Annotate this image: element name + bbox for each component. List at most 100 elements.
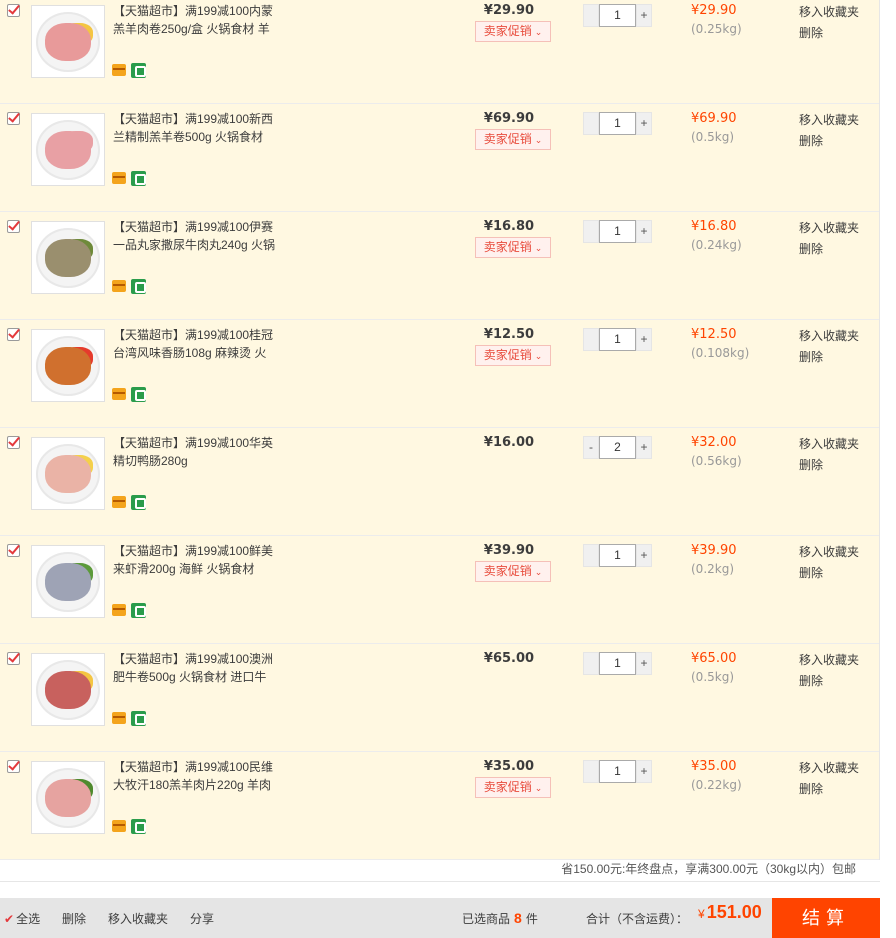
- product-image: [36, 227, 100, 288]
- item-checkbox[interactable]: [7, 328, 20, 341]
- product-title-link[interactable]: 【天猫超市】满199减100伊赛一品丸家撒尿牛肉丸240g 火锅: [113, 218, 285, 254]
- quantity-input[interactable]: 1: [599, 220, 636, 243]
- credit-card-icon: [112, 172, 126, 184]
- quantity-decrease-button[interactable]: [583, 328, 599, 351]
- move-to-favorites-link[interactable]: 移入收藏夹: [799, 435, 859, 452]
- service-badges: [112, 387, 146, 403]
- quantity-decrease-button[interactable]: [583, 760, 599, 783]
- quantity-increase-button[interactable]: +: [636, 328, 652, 351]
- item-weight: (0.25kg): [691, 22, 742, 36]
- quantity-input[interactable]: 1: [599, 4, 636, 27]
- item-subtotal: ¥12.50: [691, 327, 737, 342]
- product-title-link[interactable]: 【天猫超市】满199减100内蒙羔羊肉卷250g/盒 火锅食材 羊: [113, 2, 285, 38]
- tmall-guarantee-icon: [131, 63, 146, 78]
- product-thumbnail[interactable]: [31, 221, 105, 294]
- food-shape: [45, 238, 91, 277]
- move-to-favorites-link[interactable]: 移入收藏夹: [799, 219, 859, 236]
- delete-item-link[interactable]: 删除: [799, 240, 823, 257]
- delete-item-link[interactable]: 删除: [799, 24, 823, 41]
- chevron-down-icon: ⌄: [534, 351, 543, 361]
- quantity-increase-button[interactable]: +: [636, 220, 652, 243]
- product-title-link[interactable]: 【天猫超市】满199减100桂冠台湾风味香肠108g 麻辣烫 火: [113, 326, 285, 362]
- quantity-input[interactable]: 2: [599, 436, 636, 459]
- quantity-stepper: -2 +: [583, 436, 652, 459]
- product-title-link[interactable]: 【天猫超市】满199减100澳洲肥牛卷500g 火锅食材 进口牛: [113, 650, 285, 686]
- chevron-down-icon: ⌄: [534, 567, 543, 577]
- delete-item-link[interactable]: 删除: [799, 456, 823, 473]
- seller-promo-dropdown[interactable]: 卖家促销 ⌄: [475, 237, 551, 258]
- product-thumbnail[interactable]: [31, 653, 105, 726]
- quantity-increase-button[interactable]: +: [636, 760, 652, 783]
- delete-item-link[interactable]: 删除: [799, 348, 823, 365]
- checkout-button[interactable]: 结算: [772, 898, 880, 938]
- quantity-decrease-button[interactable]: -: [583, 436, 599, 459]
- seller-promo-dropdown[interactable]: 卖家促销 ⌄: [475, 777, 551, 798]
- quantity-decrease-button[interactable]: [583, 544, 599, 567]
- quantity-increase-button[interactable]: +: [636, 652, 652, 675]
- move-to-favorites-link[interactable]: 移入收藏夹: [799, 111, 859, 128]
- move-to-favorites-link[interactable]: 移入收藏夹: [799, 651, 859, 668]
- product-thumbnail[interactable]: [31, 761, 105, 834]
- cart-item: 【天猫超市】满199减100内蒙羔羊肉卷250g/盒 火锅食材 羊 ¥29.90 卖…: [0, 0, 879, 104]
- product-title-link[interactable]: 【天猫超市】满199减100民维大牧汗180羔羊肉片220g 羊肉: [113, 758, 285, 794]
- product-thumbnail[interactable]: [31, 113, 105, 186]
- item-checkbox[interactable]: [7, 652, 20, 665]
- credit-card-icon: [112, 388, 126, 400]
- quantity-increase-button[interactable]: +: [636, 112, 652, 135]
- product-title-link[interactable]: 【天猫超市】满199减100鲜美来虾滑200g 海鲜 火锅食材: [113, 542, 285, 578]
- product-title-link[interactable]: 【天猫超市】满199减100华英精切鸭肠280g: [113, 434, 285, 470]
- delete-item-link[interactable]: 删除: [799, 564, 823, 581]
- total-amount-value: 151.00: [706, 902, 762, 922]
- item-checkbox[interactable]: [7, 544, 20, 557]
- move-to-favorites-link[interactable]: 移入收藏夹: [799, 759, 859, 776]
- move-to-favorites-link[interactable]: 移入收藏夹: [799, 543, 859, 560]
- quantity-decrease-button[interactable]: [583, 112, 599, 135]
- chevron-down-icon: ⌄: [534, 135, 543, 145]
- item-checkbox[interactable]: [7, 220, 20, 233]
- delete-item-link[interactable]: 删除: [799, 672, 823, 689]
- quantity-increase-button[interactable]: +: [636, 544, 652, 567]
- seller-promo-dropdown[interactable]: 卖家促销 ⌄: [475, 129, 551, 150]
- item-checkbox[interactable]: [7, 112, 20, 125]
- quantity-input[interactable]: 1: [599, 652, 636, 675]
- quantity-input[interactable]: 1: [599, 760, 636, 783]
- quantity-decrease-button[interactable]: [583, 652, 599, 675]
- product-image: [36, 659, 100, 720]
- promo-label: 卖家促销: [483, 132, 532, 146]
- unit-price: ¥29.90: [483, 3, 535, 18]
- quantity-decrease-button[interactable]: [583, 4, 599, 27]
- quantity-stepper: 1 +: [583, 652, 652, 675]
- delete-item-link[interactable]: 删除: [799, 132, 823, 149]
- item-checkbox[interactable]: [7, 4, 20, 17]
- quantity-input[interactable]: 1: [599, 544, 636, 567]
- food-shape: [45, 22, 91, 61]
- tmall-guarantee-icon: [131, 171, 146, 186]
- item-checkbox[interactable]: [7, 436, 20, 449]
- product-title-link[interactable]: 【天猫超市】满199减100新西兰精制羔羊卷500g 火锅食材: [113, 110, 285, 146]
- item-checkbox[interactable]: [7, 760, 20, 773]
- quantity-input[interactable]: 1: [599, 112, 636, 135]
- product-thumbnail[interactable]: [31, 5, 105, 78]
- quantity-input[interactable]: 1: [599, 328, 636, 351]
- cart-item: 【天猫超市】满199减100伊赛一品丸家撒尿牛肉丸240g 火锅 ¥16.80 卖家…: [0, 212, 879, 320]
- item-weight: (0.22kg): [691, 778, 742, 792]
- unit-price: ¥69.90: [483, 111, 535, 126]
- quantity-increase-button[interactable]: +: [636, 436, 652, 459]
- item-weight: (0.2kg): [691, 562, 735, 576]
- quantity-decrease-button[interactable]: [583, 220, 599, 243]
- product-thumbnail[interactable]: [31, 329, 105, 402]
- move-to-favorites-link[interactable]: 移入收藏夹: [799, 3, 859, 20]
- move-to-favorites-link[interactable]: 移入收藏夹: [799, 327, 859, 344]
- seller-promo-dropdown[interactable]: 卖家促销 ⌄: [475, 21, 551, 42]
- promo-label: 卖家促销: [483, 24, 532, 38]
- seller-promo-dropdown[interactable]: 卖家促销 ⌄: [475, 345, 551, 366]
- service-badges: [112, 711, 146, 727]
- product-thumbnail[interactable]: [31, 437, 105, 510]
- quantity-increase-button[interactable]: +: [636, 4, 652, 27]
- quantity-stepper: 1 +: [583, 328, 652, 351]
- product-thumbnail[interactable]: [31, 545, 105, 618]
- seller-promo-dropdown[interactable]: 卖家促销 ⌄: [475, 561, 551, 582]
- credit-card-icon: [112, 712, 126, 724]
- quantity-stepper: 1 +: [583, 220, 652, 243]
- delete-item-link[interactable]: 删除: [799, 780, 823, 797]
